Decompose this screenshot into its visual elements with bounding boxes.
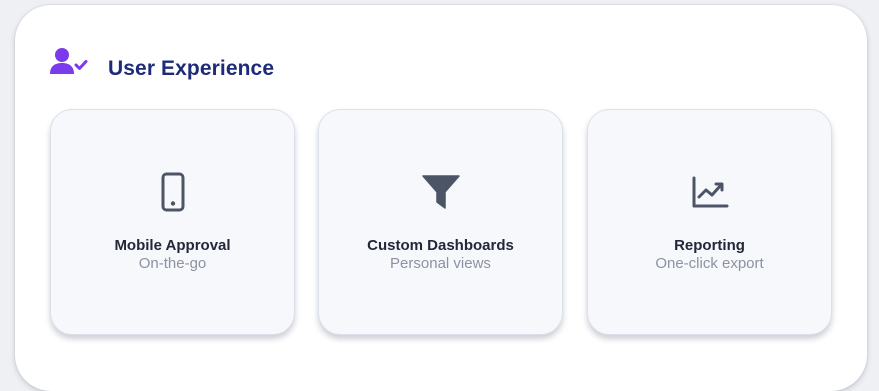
card-subtitle: One-click export <box>655 255 764 272</box>
chart-line-icon <box>692 176 728 208</box>
feature-card-reporting[interactable]: Reporting One-click export <box>587 109 832 335</box>
card-title: Reporting <box>674 237 745 254</box>
section-title: User Experience <box>108 57 275 80</box>
user-check-icon <box>50 48 88 74</box>
section-header: User Experience <box>50 47 274 81</box>
smartphone-icon <box>161 172 184 212</box>
card-subtitle: Personal views <box>390 255 491 272</box>
card-title: Mobile Approval <box>114 237 231 254</box>
card-subtitle: On-the-go <box>138 255 207 272</box>
feature-card-mobile-approval[interactable]: Mobile Approval On-the-go <box>50 109 295 335</box>
feature-card-custom-dashboards[interactable]: Custom Dashboards Personal views <box>318 109 563 335</box>
filter-icon <box>421 175 460 209</box>
card-title: Custom Dashboards <box>367 237 514 254</box>
user-experience-panel: User Experience Mobile Approval On-the-g… <box>15 5 867 391</box>
